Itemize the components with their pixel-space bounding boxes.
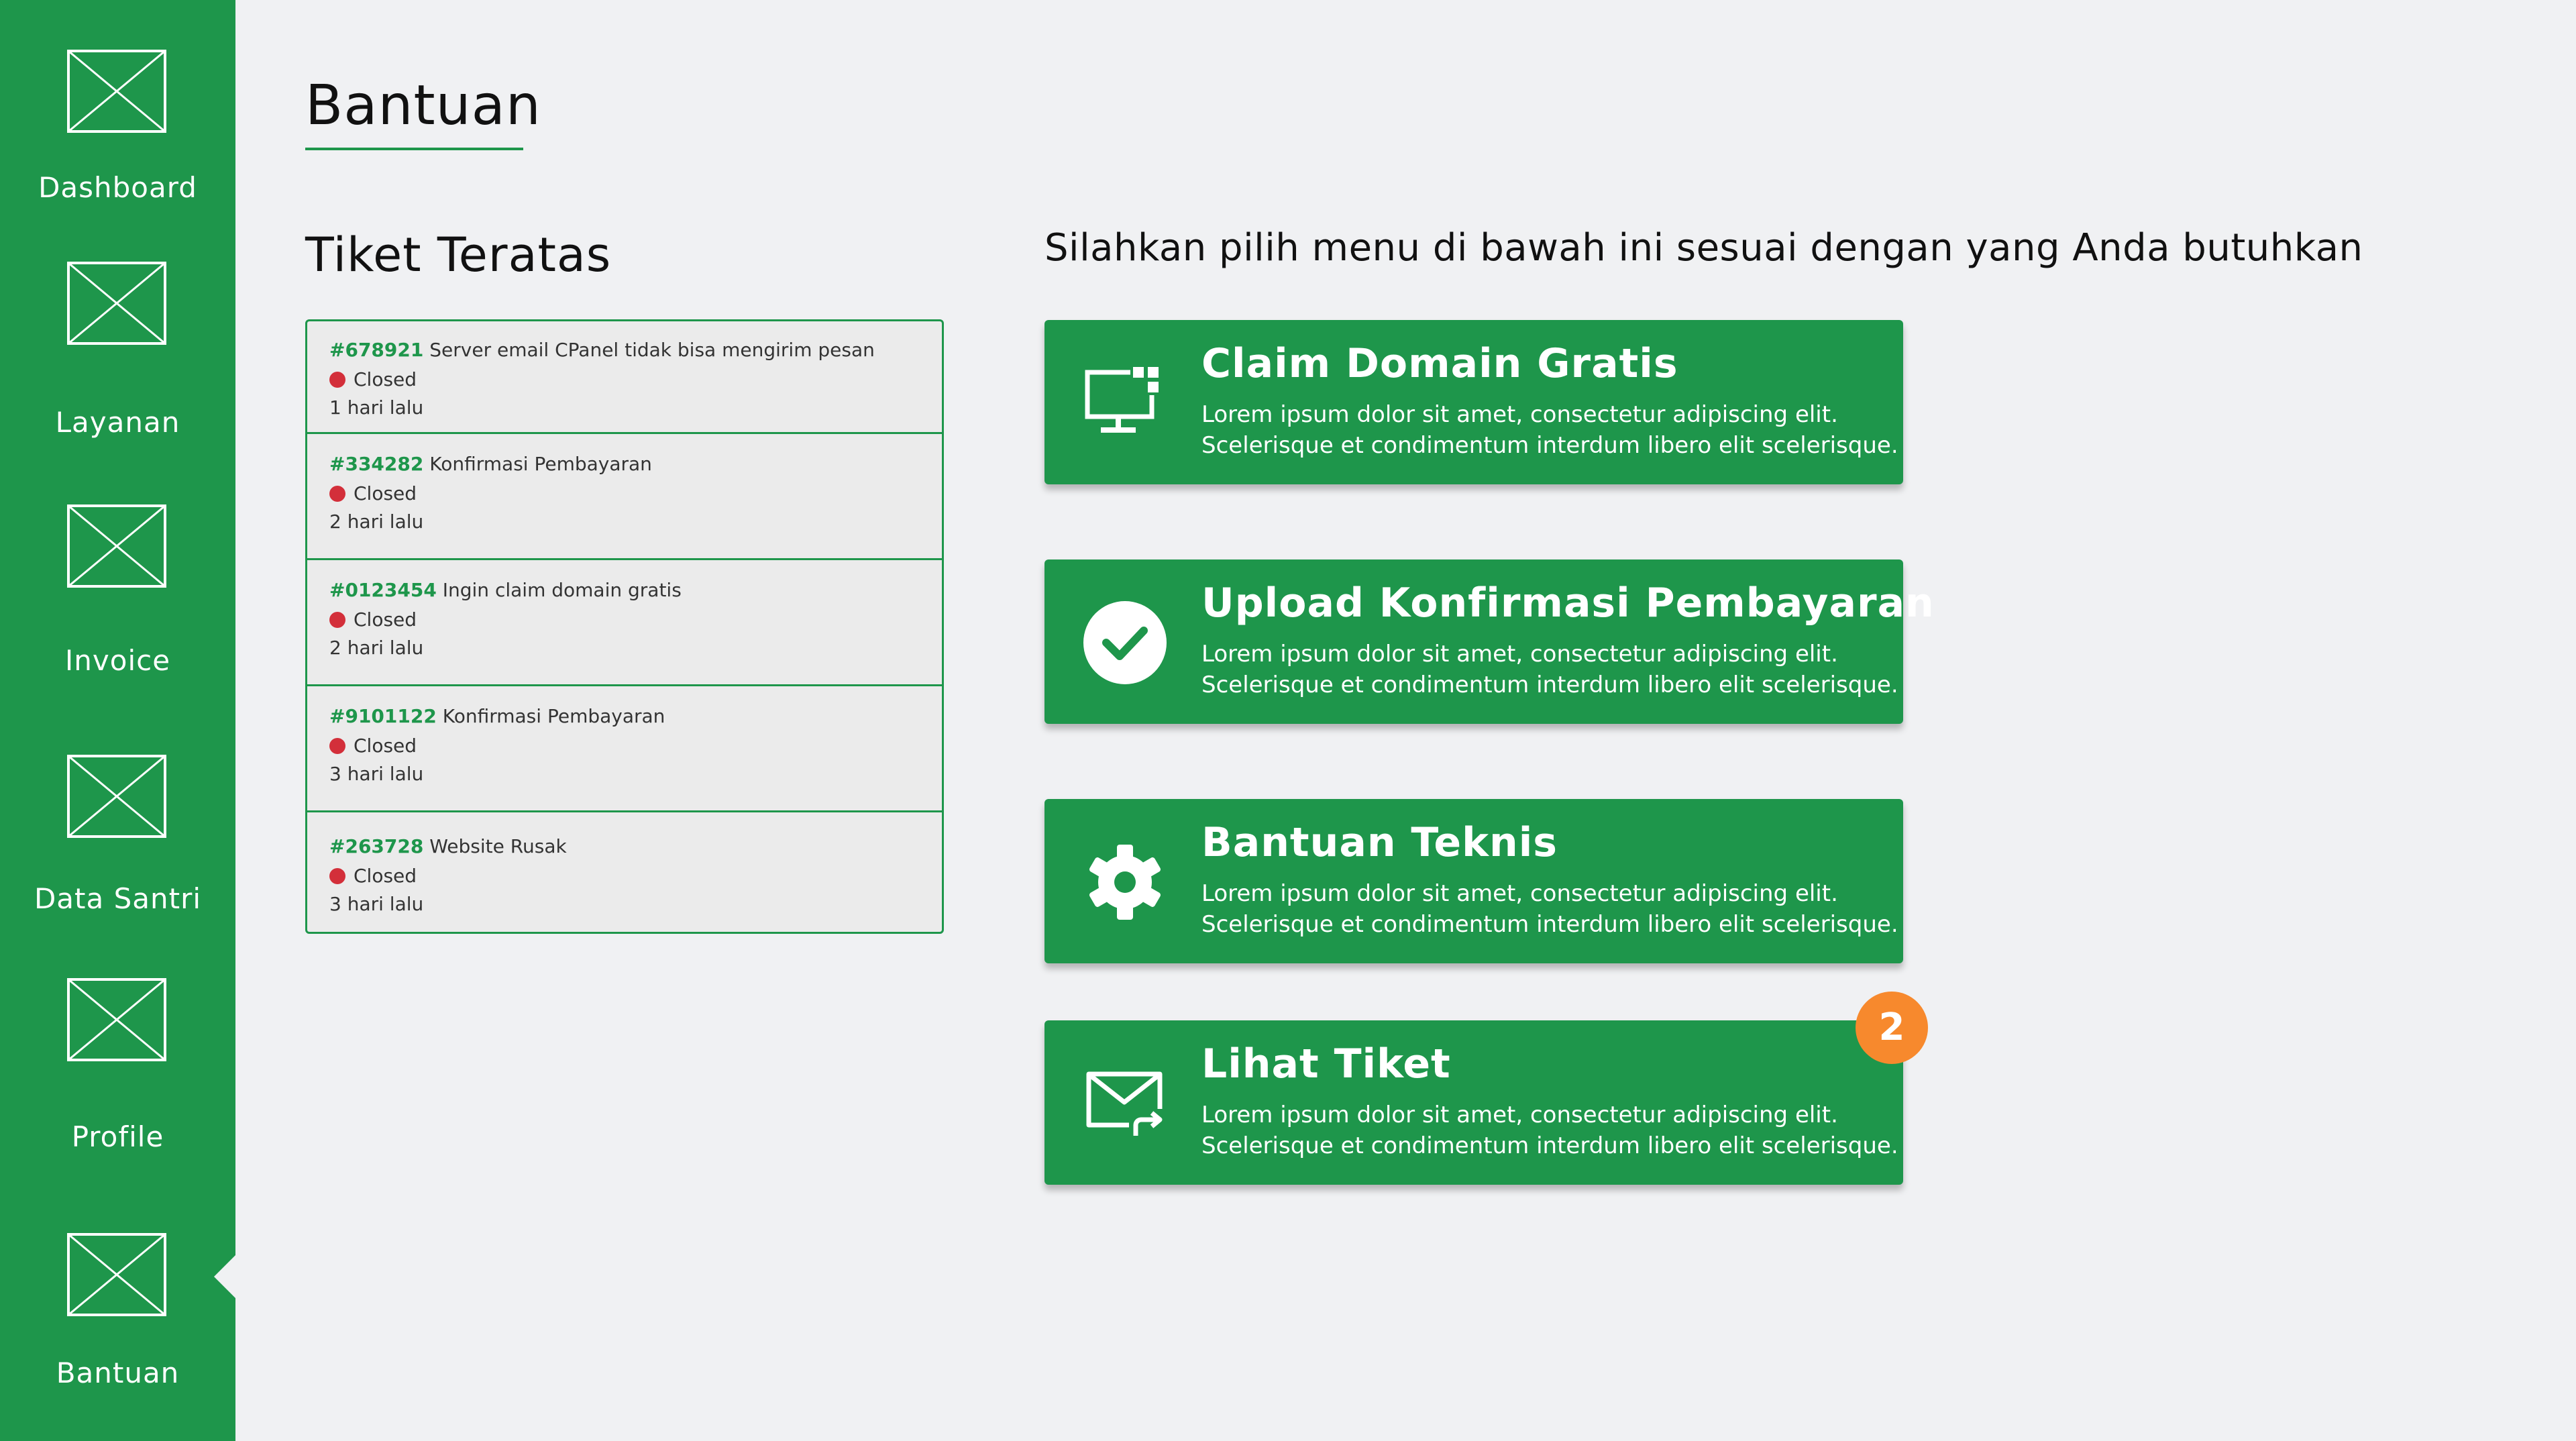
ticket-item[interactable]: #9101122 Konfirmasi Pembayaran Closed 3 … <box>307 684 942 810</box>
claim-domain-card[interactable]: Claim Domain Gratis Lorem ipsum dolor si… <box>1044 320 1903 484</box>
card-title: Bantuan Teknis <box>1201 819 1558 866</box>
card-description-line: Scelerisque et condimentum interdum libe… <box>1201 672 1898 698</box>
card-description: Lorem ipsum dolor sit amet, consectetur … <box>1201 878 1898 940</box>
ticket-id: #0123454 <box>329 579 437 601</box>
ticket-list: #678921 Server email CPanel tidak bisa m… <box>305 319 944 934</box>
ticket-age: 2 hari lalu <box>329 511 424 533</box>
ticket-subject: Konfirmasi Pembayaran <box>442 705 665 727</box>
ticket-subject: Ingin claim domain gratis <box>442 579 682 601</box>
status-dot-icon <box>329 738 345 754</box>
status-dot-icon <box>329 486 345 502</box>
ticket-item[interactable]: #263728 Website Rusak Closed 3 hari lalu <box>307 810 942 932</box>
status-dot-icon <box>329 612 345 628</box>
card-description-line: Lorem ipsum dolor sit amet, consectetur … <box>1201 401 1838 428</box>
status-dot-icon <box>329 868 345 884</box>
image-placeholder-icon <box>67 504 166 588</box>
card-description: Lorem ipsum dolor sit amet, consectetur … <box>1201 639 1898 700</box>
status-dot-icon <box>329 372 345 388</box>
page-title: Bantuan <box>305 74 541 138</box>
card-description-line: Lorem ipsum dolor sit amet, consectetur … <box>1201 880 1838 907</box>
card-title: Upload Konfirmasi Pembayaran <box>1201 580 1935 627</box>
sidebar: Dashboard Layanan Invoice Data Santri Pr… <box>0 0 235 1441</box>
image-placeholder-icon <box>67 978 166 1061</box>
card-description-line: Lorem ipsum dolor sit amet, consectetur … <box>1201 641 1838 668</box>
check-circle-icon <box>1082 600 1168 686</box>
sidebar-item-label: Invoice <box>64 644 171 677</box>
ticket-id: #9101122 <box>329 705 437 727</box>
ticket-subject: Konfirmasi Pembayaran <box>429 453 652 475</box>
ticket-status: Closed <box>354 608 417 631</box>
ticket-subject: Website Rusak <box>429 835 567 857</box>
sidebar-item-dashboard[interactable]: Dashboard <box>0 27 235 228</box>
card-title: Lihat Tiket <box>1201 1040 1451 1087</box>
ticket-id: #263728 <box>329 835 424 857</box>
ticket-age: 3 hari lalu <box>329 763 424 785</box>
ticket-age: 1 hari lalu <box>329 396 424 419</box>
ticket-item[interactable]: #334282 Konfirmasi Pembayaran Closed 2 h… <box>307 432 942 558</box>
image-placeholder-icon <box>67 755 166 838</box>
image-placeholder-icon <box>67 262 166 345</box>
card-description: Lorem ipsum dolor sit amet, consectetur … <box>1201 1100 1898 1161</box>
sidebar-item-label: Layanan <box>55 406 180 439</box>
card-description: Lorem ipsum dolor sit amet, consectetur … <box>1201 399 1898 461</box>
sidebar-item-profile[interactable]: Profile <box>0 953 235 1154</box>
ticket-item[interactable]: #678921 Server email CPanel tidak bisa m… <box>307 321 942 432</box>
gear-icon <box>1082 839 1168 925</box>
sidebar-item-data-santri[interactable]: Data Santri <box>0 725 235 926</box>
view-tickets-card[interactable]: Lihat Tiket Lorem ipsum dolor sit amet, … <box>1044 1020 1903 1185</box>
card-description-line: Scelerisque et condimentum interdum libe… <box>1201 432 1898 459</box>
image-placeholder-icon <box>67 50 166 133</box>
upload-payment-confirmation-card[interactable]: Upload Konfirmasi Pembayaran Lorem ipsum… <box>1044 559 1934 724</box>
monitor-grid-icon <box>1082 360 1168 446</box>
ticket-age: 2 hari lalu <box>329 637 424 659</box>
page-title-underline <box>305 148 523 150</box>
menu-instruction: Silahkan pilih menu di bawah ini sesuai … <box>1044 226 2363 270</box>
ticket-status: Closed <box>354 482 417 504</box>
sidebar-item-invoice[interactable]: Invoice <box>0 483 235 684</box>
card-title: Claim Domain Gratis <box>1201 340 1678 387</box>
ticket-status: Closed <box>354 865 417 887</box>
active-item-indicator <box>214 1255 235 1298</box>
ticket-status: Closed <box>354 735 417 757</box>
ticket-age: 3 hari lalu <box>329 893 424 915</box>
ticket-status: Closed <box>354 368 417 390</box>
sidebar-item-label: Data Santri <box>34 882 202 915</box>
ticket-item[interactable]: #0123454 Ingin claim domain gratis Close… <box>307 558 942 684</box>
sidebar-item-label: Bantuan <box>56 1356 180 1389</box>
sidebar-item-bantuan[interactable]: Bantuan <box>0 1208 235 1409</box>
ticket-subject: Server email CPanel tidak bisa mengirim … <box>429 339 875 361</box>
technical-support-card[interactable]: Bantuan Teknis Lorem ipsum dolor sit ame… <box>1044 799 1903 963</box>
card-description-line: Lorem ipsum dolor sit amet, consectetur … <box>1201 1102 1838 1128</box>
card-description-line: Scelerisque et condimentum interdum libe… <box>1201 911 1898 938</box>
image-placeholder-icon <box>67 1233 166 1316</box>
mail-forward-icon <box>1082 1061 1168 1146</box>
ticket-id: #678921 <box>329 339 424 361</box>
sidebar-item-label: Profile <box>71 1120 164 1153</box>
tickets-heading: Tiket Teratas <box>305 227 612 282</box>
sidebar-item-layanan[interactable]: Layanan <box>0 242 235 443</box>
ticket-id: #334282 <box>329 453 424 475</box>
ticket-count-badge: 2 <box>1856 992 1928 1064</box>
card-description-line: Scelerisque et condimentum interdum libe… <box>1201 1132 1898 1159</box>
sidebar-item-label: Dashboard <box>38 171 197 204</box>
